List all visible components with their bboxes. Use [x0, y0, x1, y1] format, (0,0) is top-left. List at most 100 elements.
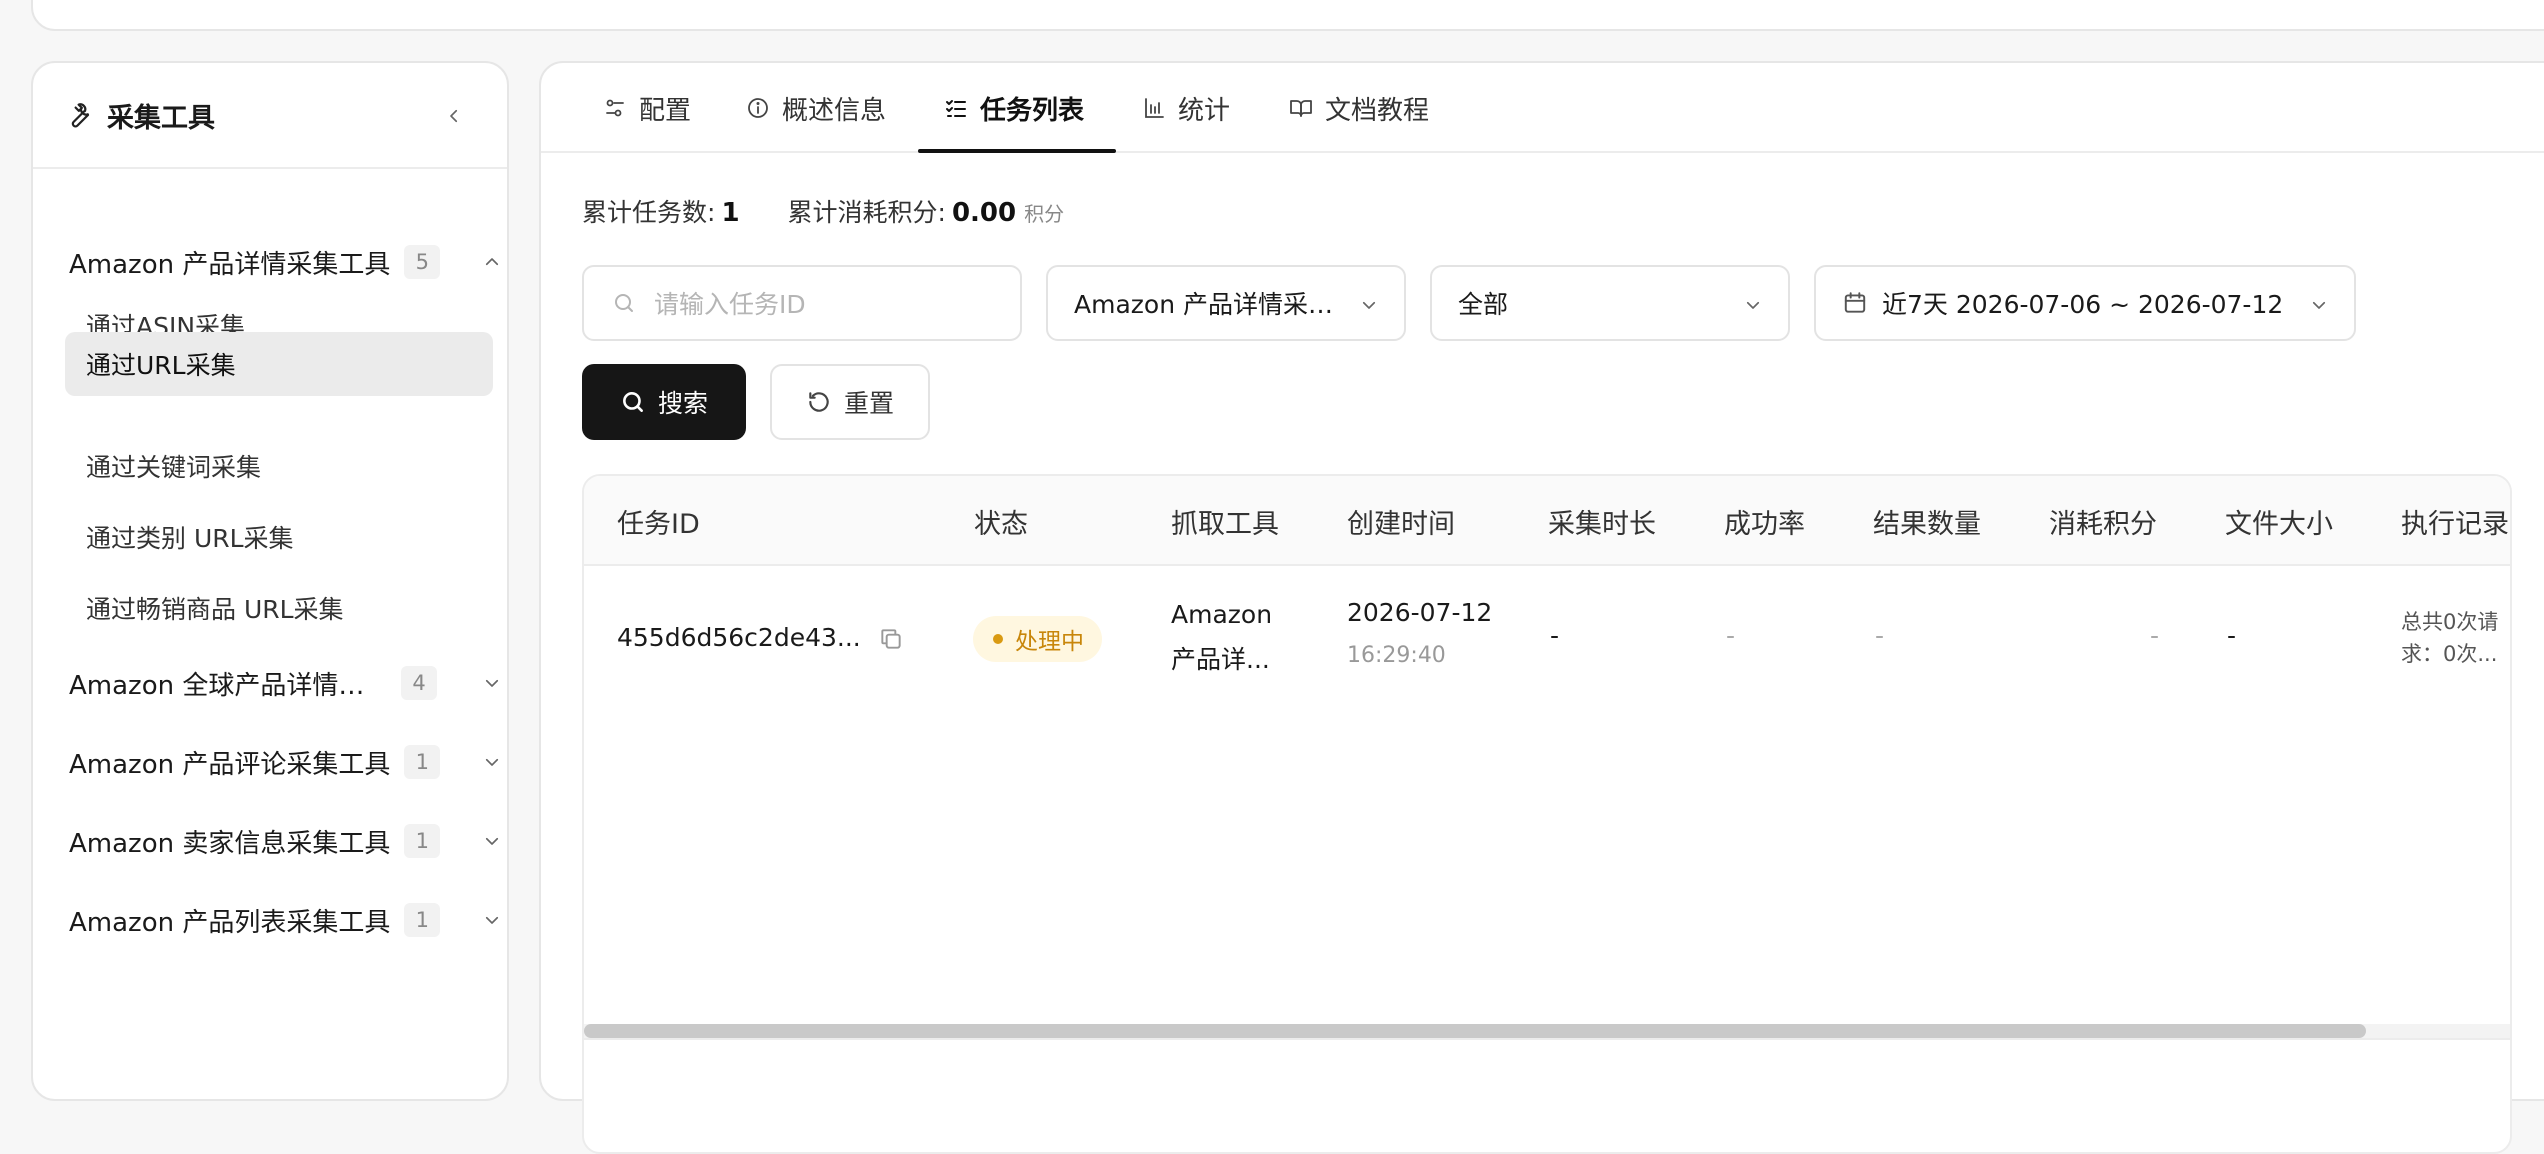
logs-cell-line2: 求：0次...	[2401, 642, 2498, 666]
chevron-up-icon[interactable]	[483, 253, 501, 271]
task-count-label: 累计任务数:	[582, 198, 716, 227]
task-id-cell: 455d6d56c2de43...	[617, 623, 861, 652]
reset-button-label: 重置	[843, 389, 894, 418]
tool-group-name: Amazon 产品详情采集工具	[69, 249, 391, 280]
sidebar-title: 采集工具	[107, 102, 215, 134]
column-header-status[interactable]: 状态	[974, 476, 1028, 566]
tool-group-count: 4	[401, 666, 437, 700]
duration-cell: -	[1550, 621, 1560, 650]
column-header-logs[interactable]: 执行记录	[2401, 476, 2509, 566]
tool-group-count: 1	[404, 903, 441, 937]
task-id-search-input[interactable]: 请输入任务ID	[582, 265, 1022, 341]
tool-group-name: Amazon 全球产品详情采集工具	[69, 670, 387, 701]
column-header-task-id[interactable]: 任务ID	[617, 476, 700, 566]
tool-select-value: Amazon 产品详情采集工具	[1074, 290, 1344, 319]
points-cell: -	[2150, 621, 2160, 650]
table-header: 任务ID 状态 抓取工具 创建时间 采集时长 成功率 结果数量 消耗积分 文件大…	[584, 476, 2510, 566]
top-bar	[31, 0, 2544, 31]
column-header-points[interactable]: 消耗积分	[2049, 476, 2157, 566]
points-unit: 积分	[1024, 202, 1065, 226]
sidebar-item-by-category-url[interactable]: 通过类别 URL采集	[65, 505, 493, 569]
column-header-duration[interactable]: 采集时长	[1548, 476, 1656, 566]
horizontal-scrollbar-thumb[interactable]	[584, 1024, 2366, 1038]
tab-config[interactable]: 配置	[603, 63, 691, 153]
tool-select[interactable]: Amazon 产品详情采集工具	[1046, 265, 1406, 341]
tool-group-name: Amazon 产品列表采集工具	[69, 907, 391, 938]
checklist-icon	[946, 100, 966, 117]
tab-bar: 配置 概述信息 任务列表 统计 文档教程	[541, 63, 2544, 153]
chevron-down-icon	[2312, 301, 2326, 309]
sidebar-item-label: 通过关键词采集	[86, 453, 262, 482]
chevron-down-icon	[1362, 301, 1376, 309]
status-select[interactable]: 全部	[1430, 265, 1790, 341]
reset-button[interactable]: 重置	[770, 364, 930, 440]
tool-group-product-detail[interactable]: Amazon 产品详情采集工具 5	[69, 242, 501, 282]
status-dot	[993, 634, 1003, 644]
column-header-tool[interactable]: 抓取工具	[1171, 476, 1279, 566]
logs-cell-line1: 总共0次请	[2401, 610, 2499, 634]
points-label: 累计消耗积分:	[787, 198, 946, 227]
sliders-icon	[606, 99, 624, 117]
search-icon	[623, 392, 643, 412]
tab-statistics[interactable]: 统计	[1142, 63, 1230, 153]
sidebar-item-by-bestseller-url[interactable]: 通过畅销商品 URL采集	[65, 576, 493, 640]
tool-group-global-detail[interactable]: Amazon 全球产品详情采集工具 4	[69, 663, 501, 703]
tab-label: 任务列表	[980, 95, 1085, 126]
column-header-created-time[interactable]: 创建时间	[1347, 476, 1455, 566]
tool-group-count: 5	[404, 245, 441, 279]
sidebar-item-label: 通过URL采集	[86, 351, 236, 380]
reset-icon	[809, 392, 829, 412]
tool-group-reviews[interactable]: Amazon 产品评论采集工具 1	[69, 742, 501, 782]
column-header-result-count[interactable]: 结果数量	[1873, 476, 1981, 566]
date-range-picker[interactable]: 近7天 2026-07-06 ~ 2026-07-12	[1814, 265, 2356, 341]
tab-docs[interactable]: 文档教程	[1289, 63, 1429, 153]
date-range-value: 近7天 2026-07-06 ~ 2026-07-12	[1882, 290, 2284, 319]
main-panel: 配置 概述信息 任务列表 统计 文档教程 累计任务数: 1 累计消耗积分: 0.…	[539, 61, 2544, 1154]
tab-task-list[interactable]: 任务列表	[944, 63, 1084, 153]
bar-chart-icon	[1145, 98, 1164, 118]
tool-group-product-list[interactable]: Amazon 产品列表采集工具 1	[69, 900, 501, 940]
tab-label: 概述信息	[782, 95, 887, 126]
table-divider	[584, 1038, 2510, 1040]
sidebar-item-by-url[interactable]: 通过URL采集	[65, 332, 493, 396]
tab-overview[interactable]: 概述信息	[746, 63, 886, 153]
tool-group-count: 1	[404, 824, 441, 858]
search-button[interactable]: 搜索	[582, 364, 746, 440]
task-count: 1	[721, 198, 740, 228]
sidebar-item-by-keyword[interactable]: 通过关键词采集	[65, 434, 493, 498]
result-count-cell: -	[1875, 621, 1885, 650]
info-icon	[748, 98, 768, 118]
success-rate-cell: -	[1726, 621, 1736, 650]
column-header-file-size[interactable]: 文件大小	[2225, 476, 2333, 566]
tab-label: 文档教程	[1325, 95, 1430, 126]
book-icon	[1290, 100, 1312, 117]
sidebar-header: 采集工具	[33, 63, 507, 169]
wrench-icon	[71, 103, 90, 128]
search-icon	[615, 294, 633, 312]
sidebar-item-label: 通过类别 URL采集	[86, 524, 294, 553]
file-size-cell: -	[2227, 621, 2237, 650]
task-id-placeholder: 请输入任务ID	[654, 290, 806, 319]
sidebar-item-label: 通过畅销商品 URL采集	[86, 595, 344, 624]
created-date-cell: 2026-07-12	[1347, 598, 1493, 627]
created-time-cell: 16:29:40	[1347, 643, 1446, 668]
search-button-label: 搜索	[657, 389, 708, 418]
column-header-success-rate[interactable]: 成功率	[1724, 476, 1805, 566]
chevron-down-icon[interactable]	[483, 753, 501, 771]
points-total: 0.00	[951, 198, 1017, 228]
chevron-down-icon[interactable]	[483, 832, 501, 850]
status-select-value: 全部	[1458, 290, 1509, 319]
active-tab-indicator	[918, 149, 1116, 153]
tool-group-count: 1	[404, 745, 441, 779]
tool-group-name: Amazon 产品评论采集工具	[69, 749, 391, 780]
chevron-down-icon[interactable]	[483, 674, 501, 692]
copy-icon[interactable]	[878, 626, 904, 652]
task-summary: 累计任务数: 1 累计消耗积分: 0.00 积分	[582, 193, 1064, 229]
tool-group-seller-info[interactable]: Amazon 卖家信息采集工具 1	[69, 821, 501, 861]
tab-label: 配置	[639, 95, 692, 126]
chevron-down-icon[interactable]	[483, 911, 501, 929]
tool-cell-line2: 产品详...	[1171, 645, 1270, 674]
tool-cell-line1: Amazon	[1171, 600, 1273, 629]
collapse-sidebar-icon[interactable]	[445, 107, 463, 125]
chevron-down-icon	[1746, 301, 1760, 309]
